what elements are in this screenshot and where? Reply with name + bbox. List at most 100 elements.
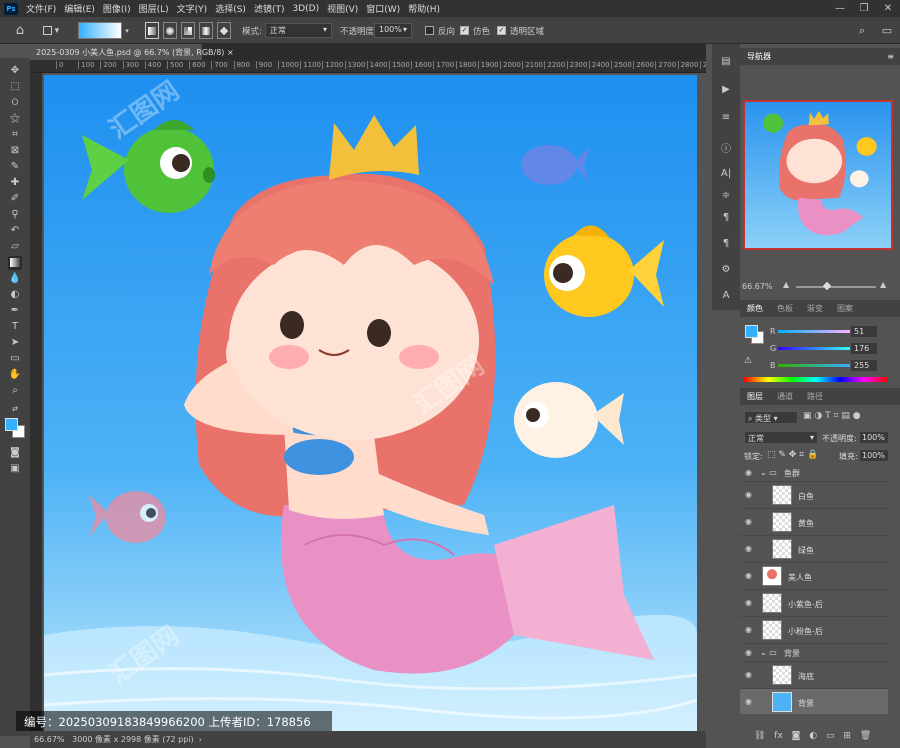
- menu-select[interactable]: 选择(S): [215, 2, 246, 15]
- menu-image[interactable]: 图像(I): [103, 2, 131, 15]
- layer-row-background[interactable]: ◉ 背景: [740, 689, 888, 714]
- layer-row-green-fish[interactable]: ◉ 绿鱼: [740, 536, 888, 563]
- tab-channels[interactable]: 通道: [770, 391, 800, 402]
- layer-row-seabed[interactable]: ◉ 海底: [740, 662, 888, 689]
- history-panel-icon[interactable]: ▤: [719, 56, 733, 70]
- dodge-tool-icon[interactable]: ◐: [8, 288, 22, 302]
- blue-slider[interactable]: B 255: [740, 358, 900, 374]
- layer-row-pink-fish-back[interactable]: ◉ 小粉鱼-后: [740, 617, 888, 644]
- gradient-picker[interactable]: [78, 22, 122, 39]
- zoom-out-icon[interactable]: ▲: [783, 280, 789, 289]
- search-icon[interactable]: ⌕: [855, 22, 869, 39]
- swap-colors-icon[interactable]: ⇄: [8, 402, 22, 416]
- panel-menu-icon[interactable]: ≡: [887, 52, 900, 61]
- minimize-icon[interactable]: —: [828, 0, 852, 17]
- menu-type[interactable]: 文字(Y): [177, 2, 208, 15]
- eye-icon[interactable]: ◉: [745, 491, 754, 499]
- chevron-right-icon[interactable]: ›: [199, 735, 202, 744]
- dither-checkbox[interactable]: ✓: [460, 26, 469, 35]
- layer-opacity-input[interactable]: 100%: [859, 431, 889, 444]
- clone-stamp-tool-icon[interactable]: ⚲: [8, 208, 22, 222]
- marquee-tool-icon[interactable]: ⬚: [8, 80, 22, 94]
- fill-input[interactable]: 100%: [859, 449, 889, 462]
- opacity-input[interactable]: 100% ▾: [374, 23, 412, 38]
- maximize-icon[interactable]: ❐: [852, 0, 876, 17]
- properties-panel-icon[interactable]: ⚙: [719, 264, 733, 278]
- screen-mode-icon[interactable]: ▣: [8, 462, 22, 476]
- tab-patterns[interactable]: 图案: [830, 303, 860, 314]
- info-panel-icon[interactable]: ⓘ: [719, 140, 733, 155]
- blur-tool-icon[interactable]: 💧: [8, 272, 22, 286]
- eye-icon[interactable]: ◉: [745, 626, 754, 634]
- tab-gradients[interactable]: 渐变: [800, 303, 830, 314]
- zoom-slider[interactable]: [796, 286, 876, 288]
- close-icon[interactable]: ✕: [876, 0, 900, 17]
- menu-help[interactable]: 帮助(H): [408, 2, 440, 15]
- layers-footer-icons[interactable]: ⛓ fx ◙ ◐ ▭ ⊞ 🗑: [740, 728, 900, 746]
- layer-row-purple-fish-back[interactable]: ◉ 小紫鱼-后: [740, 590, 888, 617]
- eye-icon[interactable]: ◉: [745, 649, 754, 657]
- eye-icon[interactable]: ◉: [745, 698, 754, 706]
- diamond-gradient-button[interactable]: [217, 22, 231, 39]
- gradient-tool-icon[interactable]: [8, 256, 22, 270]
- character-styles-panel-icon[interactable]: A: [719, 290, 733, 304]
- layer-row-mermaid[interactable]: ◉ 美人鱼: [740, 563, 888, 590]
- color-foreground-swatch[interactable]: [745, 325, 758, 338]
- tab-swatches[interactable]: 色板: [770, 303, 800, 314]
- color-ramp[interactable]: [744, 377, 888, 382]
- tab-navigator[interactable]: 导航器: [740, 51, 778, 62]
- radial-gradient-button[interactable]: [163, 22, 177, 39]
- actions-panel-icon[interactable]: ▶: [719, 84, 733, 98]
- crop-tool-icon[interactable]: ⌗: [8, 128, 22, 142]
- foreground-color-swatch[interactable]: [5, 418, 18, 431]
- home-icon[interactable]: ⌂: [10, 22, 30, 39]
- lock-icons[interactable]: ⬚ ✎ ✥ ⌗ 🔒: [767, 450, 818, 460]
- reflected-gradient-button[interactable]: [199, 22, 213, 39]
- glyphs-panel-icon[interactable]: ≑: [719, 190, 733, 204]
- layer-row-group-fish[interactable]: ◉ ⌄ ▭ 鱼群: [740, 464, 888, 482]
- magic-wand-tool-icon[interactable]: ⚝: [8, 112, 22, 126]
- brush-tool-icon[interactable]: ✐: [8, 192, 22, 206]
- eyedropper-tool-icon[interactable]: ✎: [8, 160, 22, 174]
- history-brush-tool-icon[interactable]: ↶: [8, 224, 22, 238]
- linear-gradient-button[interactable]: [145, 22, 159, 39]
- close-tab-icon[interactable]: ×: [227, 48, 234, 57]
- frame-tool-icon[interactable]: ⊠: [8, 144, 22, 158]
- rectangle-tool-icon[interactable]: ▭: [8, 352, 22, 366]
- lasso-tool-icon[interactable]: ଠ: [8, 96, 22, 110]
- layer-row-group-background[interactable]: ◉ ⌄ ▭ 背景: [740, 644, 888, 662]
- eye-icon[interactable]: ◉: [745, 572, 754, 580]
- zoom-in-icon[interactable]: ▲: [880, 280, 886, 289]
- type-tool-icon[interactable]: T: [8, 320, 22, 334]
- brushes-panel-icon[interactable]: ≡: [719, 112, 733, 126]
- menu-filter[interactable]: 滤镜(T): [254, 2, 285, 15]
- eye-icon[interactable]: ◉: [745, 671, 754, 679]
- eye-icon[interactable]: ◉: [745, 518, 754, 526]
- healing-brush-tool-icon[interactable]: ✚: [8, 176, 22, 190]
- menu-window[interactable]: 窗口(W): [366, 2, 400, 15]
- menu-view[interactable]: 视图(V): [327, 2, 358, 15]
- tab-paths[interactable]: 路径: [800, 391, 830, 402]
- tab-layers[interactable]: 图层: [740, 391, 770, 402]
- menu-file[interactable]: 文件(F): [26, 2, 56, 15]
- menu-edit[interactable]: 编辑(E): [64, 2, 95, 15]
- transparency-checkbox[interactable]: ✓: [497, 26, 506, 35]
- reverse-checkbox[interactable]: [425, 26, 434, 35]
- layer-row-yellow-fish[interactable]: ◉ 黄鱼: [740, 509, 888, 536]
- angle-gradient-button[interactable]: [181, 22, 195, 39]
- layer-filter-icons[interactable]: ▣ ◑ T ⌗ ▤ ●: [803, 411, 861, 421]
- blend-mode-select[interactable]: 正常 ▾: [744, 431, 818, 444]
- group-chevron-icon[interactable]: ⌄ ▭: [760, 468, 777, 477]
- zoom-tool-icon[interactable]: ⌕: [8, 384, 22, 398]
- green-slider[interactable]: G 176: [740, 341, 900, 357]
- red-slider[interactable]: R 51: [740, 324, 900, 340]
- eye-icon[interactable]: ◉: [745, 545, 754, 553]
- zoom-slider-handle[interactable]: [822, 281, 832, 291]
- quick-mask-icon[interactable]: ◙: [8, 446, 22, 460]
- document-canvas[interactable]: 汇图网 汇图网 汇图网: [44, 75, 697, 731]
- tab-color[interactable]: 颜色: [740, 303, 770, 314]
- menu-3d[interactable]: 3D(D): [292, 4, 319, 14]
- path-selection-tool-icon[interactable]: ➤: [8, 336, 22, 350]
- hand-tool-icon[interactable]: ✋: [8, 368, 22, 382]
- eraser-tool-icon[interactable]: ▱: [8, 240, 22, 254]
